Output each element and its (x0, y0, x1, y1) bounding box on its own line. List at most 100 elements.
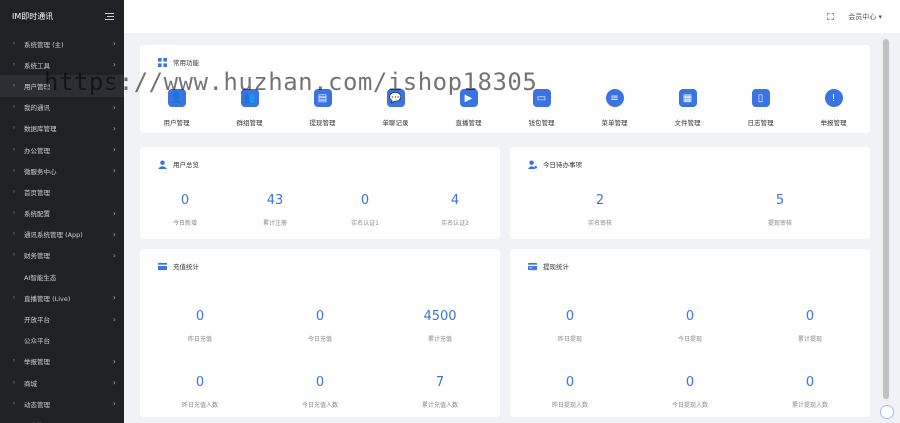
file-manage-icon: ▦ (678, 89, 697, 107)
stat-label: 累计充值 (427, 336, 452, 343)
stat-value: 7 (435, 375, 445, 390)
sidebar-item[interactable]: ◦ 数据库管理 › (0, 118, 124, 139)
sidebar-item[interactable]: ◦ 系统管理 (主) › (0, 33, 124, 54)
quick-function-label: 文件管理 (674, 119, 701, 127)
quick-function-item[interactable]: 💬 单聊记录 (359, 89, 432, 127)
stat-label: 昨日提现 (557, 336, 582, 343)
sidebar-item[interactable]: ◦ 直播管理 (Live) › (0, 287, 124, 308)
stat-value: 0 (565, 309, 575, 324)
quick-function-label: 举报管理 (820, 119, 847, 127)
group-manage-icon: 👥 (240, 89, 259, 107)
quick-function-item[interactable]: ▭ 钱包管理 (505, 89, 578, 127)
todo-card: 今日待办事项 2 实名审核 5 提现审核 (510, 147, 870, 239)
chevron-right-icon: › (112, 250, 116, 260)
moments-icon: ◦ (11, 399, 17, 408)
stat-value: 0 (805, 375, 815, 390)
sidebar-item-label: 财务管理 (24, 252, 50, 261)
card-title-text: 今日待办事项 (543, 161, 582, 169)
stat-value: 0 (360, 193, 370, 208)
sidebar-item-label: 系统配置 (24, 210, 50, 219)
sidebar-item[interactable]: ◦ 微服务中心 › (0, 160, 124, 181)
sidebar-item-label: 开放平台 (24, 316, 50, 325)
stat-item: 0 今日新增 (140, 193, 230, 227)
sidebar-item[interactable]: ◦ 通讯系统管理 (App) › (0, 224, 124, 245)
stat-item: 0 昨日充值人数 (140, 375, 260, 409)
sidebar-item[interactable]: AI智能生态 (0, 266, 124, 287)
quick-function-label: 用户管理 (163, 119, 190, 127)
recharge-stats-card: 充值统计 0 昨日充值 0 今日充值 4500 累计充值 0 昨日充值人数 0 今日充值人数 7 累… (140, 249, 500, 417)
quick-function-item[interactable]: 👥 群组管理 (213, 89, 286, 127)
quick-functions-title: 常用功能 (158, 57, 199, 67)
stat-value: 0 (685, 309, 695, 324)
sidebar-item-label: 动态管理 (24, 400, 50, 409)
stat-label: 实名审核 (587, 220, 612, 227)
sidebar-item[interactable]: ◦ 我的通讯 › (0, 97, 124, 118)
card-title-text: 常用功能 (173, 59, 199, 67)
user-overview-title: 用户总览 (158, 159, 199, 169)
sidebar-menu: ◦ 系统管理 (主) › ◦ 系统工具 › ◦ 用户管理 › ◦ 我的通讯 › ◦ 数据库管理 › ◦ 办公管理… (0, 33, 124, 423)
stat-item: 4500 累计充值 (380, 309, 500, 343)
quick-function-label: 日志管理 (747, 119, 774, 127)
chevron-right-icon: › (112, 81, 116, 91)
stat-value: 0 (315, 309, 325, 324)
vertical-scrollbar[interactable] (882, 33, 890, 423)
money-icon: ◦ (11, 251, 17, 260)
fullscreen-icon[interactable] (827, 13, 835, 20)
stat-label: 实名认证2 (441, 220, 469, 227)
chevron-right-icon: › (112, 166, 116, 176)
card-title-text: 用户总览 (173, 161, 199, 169)
sidebar-item-label: 用户管理 (24, 82, 50, 91)
user-manage-icon: 👤 (167, 89, 186, 107)
chevron-right-icon: › (112, 39, 116, 49)
sidebar-item[interactable]: 开放平台 › (0, 308, 124, 329)
sidebar-item[interactable]: ◦ 首页管理 (0, 181, 124, 202)
menu-toggle-icon[interactable] (105, 13, 114, 20)
sidebar-item[interactable]: ◦ 用户管理 › (0, 75, 124, 97)
stat-item: 0 今日充值 (260, 309, 380, 343)
sidebar-item[interactable]: ◦ 动态管理 › (0, 393, 124, 414)
quick-function-item[interactable]: 👤 用户管理 (140, 89, 213, 127)
sidebar-item-label: 系统管理 (主) (24, 40, 64, 49)
sidebar: IM即时通讯 ◦ 系统管理 (主) › ◦ 系统工具 › ◦ 用户管理 › ◦ 我的通讯 › ◦ 数据库管… (0, 0, 124, 423)
sidebar-item-label: 首页管理 (24, 188, 50, 197)
sidebar-item[interactable]: ◦ 系统配置 › (0, 203, 124, 224)
stat-label: 累计提现 (797, 336, 822, 343)
chart-icon: ◦ (11, 230, 17, 239)
quick-function-item[interactable]: ! 举报管理 (797, 89, 870, 127)
stat-item: 2 实名审核 (510, 193, 690, 227)
quick-function-item[interactable]: ▤ 提现管理 (286, 89, 359, 127)
withdraw-manage-icon: ▤ (313, 89, 332, 107)
sidebar-item[interactable]: 公众平台 (0, 330, 124, 351)
scrollbar-thumb[interactable] (883, 39, 889, 399)
floating-help-button[interactable] (880, 405, 894, 419)
sidebar-item[interactable]: ◦ 举报管理 › (0, 351, 124, 372)
quick-function-item[interactable]: ▦ 文件管理 (651, 89, 724, 127)
stat-label: 实名认证1 (351, 220, 379, 227)
withdraw-stats-row2: 0 昨日提现人数 0 今日提现人数 0 累计提现人数 (510, 375, 870, 409)
quick-functions-list: 👤 用户管理 👥 群组管理 ▤ 提现管理 💬 单聊记录 ▶ 直播管理 ▭ 钱包管理 ≡ 菜单管理 ▦ 文件管理… (140, 89, 870, 127)
quick-functions-card: 常用功能 👤 用户管理 👥 群组管理 ▤ 提现管理 💬 单聊记录 ▶ 直播管理 ▭ 钱包管理 ≡ 菜单管理… (140, 45, 870, 133)
quick-function-item[interactable]: ≡ 菜单管理 (578, 89, 651, 127)
chevron-right-icon: › (112, 60, 116, 70)
sidebar-item[interactable]: ◦日志管理 (Ad)› (0, 414, 124, 423)
card-title-text: 提现统计 (543, 263, 569, 271)
sidebar-item[interactable]: ◦ 财务管理 › (0, 245, 124, 266)
quick-function-item[interactable]: ▯ 日志管理 (724, 89, 797, 127)
quick-function-label: 直播管理 (455, 119, 482, 127)
withdraw-stats-card: 提现统计 0 昨日提现 0 今日提现 0 累计提现 0 昨日提现人数 0 今日提现人数 0 累计提现… (510, 249, 870, 417)
sidebar-item[interactable]: ◦ 办公管理 › (0, 139, 124, 160)
stat-label: 累计充值人数 (421, 402, 458, 409)
stat-item: 0 今日提现 (630, 309, 750, 343)
withdraw-stats-row1: 0 昨日提现 0 今日提现 0 累计提现 (510, 309, 870, 343)
user-center-menu[interactable]: 会员中心 ▾ (848, 12, 882, 22)
settings-icon: ◦ (11, 209, 17, 218)
sidebar-item[interactable]: ◦ 商城 › (0, 372, 124, 393)
stat-value: 4 (450, 193, 460, 208)
sidebar-item[interactable]: ◦ 系统工具 › (0, 54, 124, 75)
stat-value: 5 (775, 193, 785, 208)
sidebar-item-label: AI智能生态 (24, 273, 57, 282)
recharge-title: 充值统计 (158, 261, 199, 271)
stat-label: 昨日充值 (187, 336, 212, 343)
quick-function-item[interactable]: ▶ 直播管理 (432, 89, 505, 127)
stat-item: 0 实名认证1 (320, 193, 410, 227)
